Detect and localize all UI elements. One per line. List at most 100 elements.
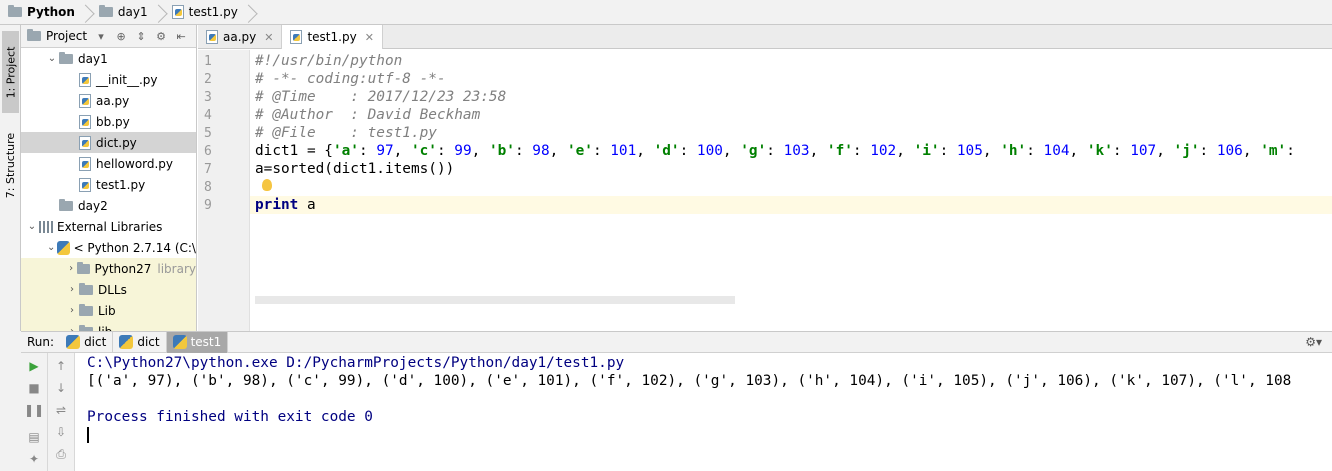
console-result: [('a', 97), ('b', 98), ('c', 99), ('d', … (87, 373, 1292, 389)
tree-item[interactable]: __init__.py (21, 69, 196, 90)
tree-item[interactable]: › DLLs (21, 279, 196, 300)
target-icon[interactable]: ⊕ (115, 30, 127, 43)
run-console[interactable]: C:\Python27\python.exe D:/PycharmProject… (76, 353, 1332, 471)
console-finish: Process finished with exit code 0 (87, 409, 373, 425)
project-panel-header: Project ▾ ⊕ ⇕ ⚙ ⇤ (21, 25, 196, 48)
rerun-icon[interactable]: ▶ (27, 359, 41, 373)
gear-icon[interactable]: ⚙ (155, 30, 167, 43)
project-panel-title[interactable]: Project (46, 29, 87, 43)
tree-item[interactable]: › Python27 library (21, 258, 196, 279)
horizontal-scrollbar[interactable] (255, 296, 735, 304)
close-icon[interactable]: ✕ (365, 31, 374, 44)
tree-item[interactable]: ⌄ External Libraries (21, 216, 196, 237)
tree-item[interactable]: bb.py (21, 111, 196, 132)
project-tree: ⌄ day1 __init__.py aa.py bb.py dict.py hellowo… (21, 48, 196, 331)
python-file-icon (79, 156, 91, 171)
scroll-to-end-icon[interactable]: ⇩ (54, 425, 68, 439)
pin-icon[interactable]: ✦ (27, 452, 41, 466)
expand-arrow-icon[interactable]: › (65, 305, 79, 316)
project-panel: Project ▾ ⊕ ⇕ ⚙ ⇤ ⌄ day1 __init__.py aa.py b… (21, 25, 197, 331)
breadcrumb-project[interactable]: Python (0, 0, 81, 25)
tree-item-label: __init__.py (96, 72, 158, 87)
breadcrumb-folder[interactable]: day1 (91, 0, 154, 25)
run-label: Run: (27, 335, 55, 349)
python-file-icon (79, 177, 91, 192)
tree-item[interactable]: ⌄ day1 (21, 48, 196, 69)
tree-item[interactable]: ⌄ < Python 2.7.14 (C:\ (21, 237, 196, 258)
tree-item[interactable]: aa.py (21, 90, 196, 111)
expand-arrow-icon[interactable]: ⌄ (25, 221, 39, 232)
expand-arrow-icon[interactable]: ⌄ (45, 53, 59, 64)
tree-item-hint: library (157, 261, 196, 276)
run-tab-dict[interactable]: dict (60, 331, 114, 353)
breadcrumb-separator (244, 0, 254, 25)
code-line-3: # @Time : 2017/12/23 23:58 (255, 89, 507, 105)
dict-value: 106 (1216, 143, 1243, 159)
gear-icon[interactable]: ⚙▾ (1305, 335, 1322, 349)
dict-value: 104 (1043, 143, 1070, 159)
dict-value: 101 (610, 143, 637, 159)
dict-value: 103 (783, 143, 810, 159)
up-arrow-icon[interactable]: ↑ (54, 359, 68, 373)
code-line-7: a=sorted(dict1.items()) (255, 161, 455, 177)
text-caret (87, 427, 89, 443)
tree-item[interactable]: dict.py (21, 132, 196, 153)
console-command: C:\Python27\python.exe D:/PycharmProject… (87, 355, 625, 371)
layout-icon[interactable]: ▤ (27, 430, 41, 444)
line-number: 1 (204, 54, 212, 69)
tree-item[interactable]: test1.py (21, 174, 196, 195)
expand-arrow-icon[interactable]: › (65, 263, 77, 274)
dict-key: 'h' (1000, 143, 1027, 159)
run-tab-test1[interactable]: test1 (166, 331, 229, 353)
dict-key: 'b' (488, 143, 515, 159)
python-file-icon (171, 5, 184, 19)
lightbulb-icon[interactable] (262, 179, 272, 191)
navigation-bar: Python day1 test1.py (0, 0, 1332, 25)
python-sdk-icon (57, 240, 70, 255)
tree-item-label: test1.py (96, 177, 146, 192)
folder-icon (77, 261, 90, 274)
python-file-icon (79, 72, 91, 87)
code-line-4: # @Author : David Beckham (255, 107, 481, 123)
dict-value: 107 (1130, 143, 1157, 159)
python-file-icon (79, 135, 91, 150)
stop-icon[interactable]: ■ (27, 381, 41, 395)
line-number: 2 (204, 72, 212, 87)
tree-item-label: Lib (98, 303, 116, 318)
close-icon[interactable]: ✕ (264, 31, 273, 44)
hide-icon[interactable]: ⇤ (175, 30, 187, 43)
collapse-icon[interactable]: ⇕ (135, 30, 147, 43)
code-editor[interactable]: #!/usr/bin/python # -*- coding:utf-8 -*-… (250, 50, 1332, 331)
tab-aa-py[interactable]: aa.py ✕ (198, 25, 283, 49)
tree-item[interactable]: › Lib (21, 300, 196, 321)
project-tool-tab[interactable]: 1: Project (2, 31, 19, 113)
tree-item[interactable]: day2 (21, 195, 196, 216)
breadcrumb-separator (81, 0, 91, 25)
structure-tool-tab[interactable]: 7: Structure (2, 120, 19, 210)
dict-key: 'g' (740, 143, 767, 159)
tab-test1-py[interactable]: test1.py ✕ (282, 25, 383, 49)
chevron-down-icon[interactable]: ▾ (95, 30, 107, 43)
tree-item-label: < Python 2.7.14 (C:\ (73, 240, 196, 255)
python-run-icon (172, 335, 187, 349)
tree-item[interactable]: helloword.py (21, 153, 196, 174)
dict-value: 98 (532, 143, 550, 159)
left-tool-strip: 1: Project 7: Structure (0, 25, 21, 331)
line-number-gutter: 1 2 3 4 5 6 7 8 9 (198, 50, 250, 331)
code-line-9: print a (250, 196, 1332, 214)
expand-arrow-icon[interactable]: › (65, 284, 79, 295)
tree-item[interactable]: ›lib (21, 321, 196, 331)
print-icon[interactable]: ⎙ (54, 447, 68, 461)
tree-item-label: External Libraries (57, 219, 163, 234)
run-tab-dict-2[interactable]: dict (113, 331, 167, 353)
dict-key: 'i' (913, 143, 940, 159)
line-number: 5 (204, 126, 212, 141)
tree-item-label: aa.py (96, 93, 130, 108)
python-file-icon (290, 30, 303, 44)
soft-wrap-icon[interactable]: ⇌ (54, 403, 68, 417)
expand-arrow-icon[interactable]: ⌄ (45, 242, 57, 253)
pause-icon[interactable]: ❚❚ (24, 403, 44, 417)
code-line-6: dict1 = {'a': 97, 'c': 99, 'b': 98, 'e':… (255, 143, 1304, 159)
breadcrumb-file[interactable]: test1.py (164, 0, 244, 25)
down-arrow-icon[interactable]: ↓ (54, 381, 68, 395)
